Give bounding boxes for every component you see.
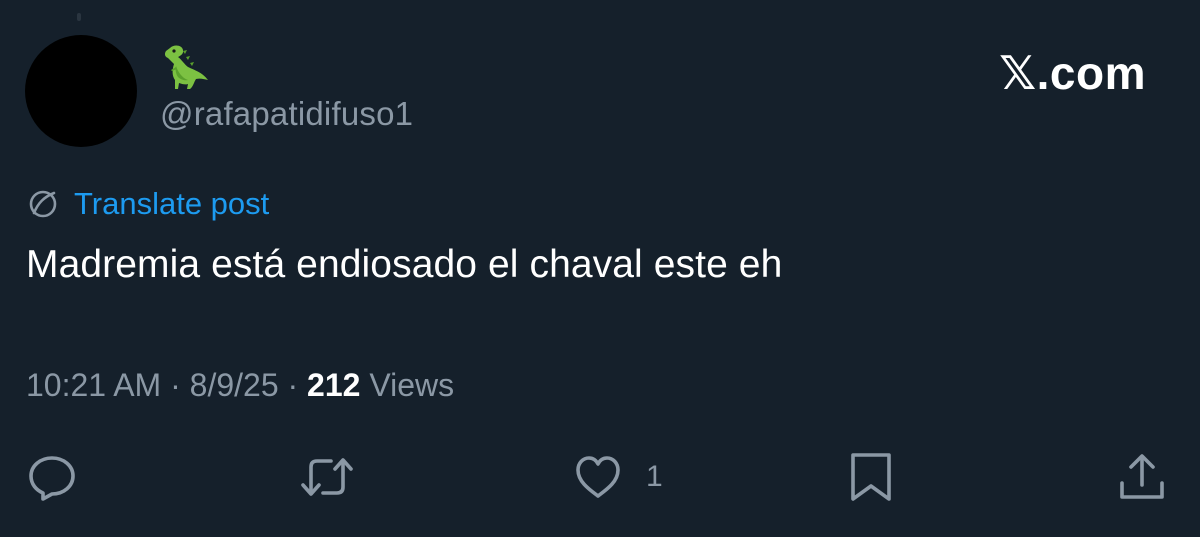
views-count: 212 — [307, 367, 361, 403]
translate-post-label: Translate post — [74, 186, 270, 221]
bookmark-button[interactable] — [843, 449, 899, 505]
share-button[interactable] — [1114, 449, 1170, 505]
globe-icon — [26, 187, 60, 221]
heart-icon — [570, 449, 626, 505]
post-date[interactable]: 8/9/25 — [190, 367, 279, 403]
translate-post-button[interactable]: Translate post — [26, 184, 269, 224]
repost-icon — [297, 449, 357, 505]
status-dot — [77, 13, 81, 21]
dinosaur-emoji-icon — [160, 42, 214, 92]
reply-button[interactable] — [24, 449, 80, 505]
meta-separator: · — [161, 367, 190, 403]
avatar[interactable] — [25, 35, 137, 147]
author-handle[interactable]: @rafapatidifuso1 — [160, 95, 413, 133]
post-text: Madremia está endiosado el chaval este e… — [26, 243, 783, 286]
x-com-watermark: 𝕏.com — [999, 47, 1146, 99]
repost-button[interactable] — [297, 449, 357, 505]
share-icon — [1114, 449, 1170, 505]
reply-icon — [24, 449, 80, 505]
post-time[interactable]: 10:21 AM — [26, 367, 161, 403]
like-button[interactable]: 1 — [570, 449, 663, 505]
post-meta: 10:21 AM · 8/9/25 · 212 Views — [26, 367, 454, 404]
like-count: 1 — [646, 460, 663, 493]
meta-separator: · — [278, 367, 308, 403]
views-label: Views — [360, 367, 455, 403]
bookmark-icon — [843, 449, 899, 505]
